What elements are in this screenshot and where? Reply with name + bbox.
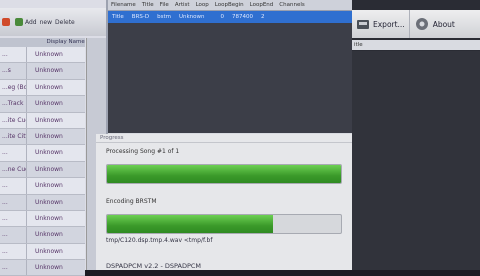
column-header[interactable]: Artist [172,0,193,10]
row-name-cell: ...ne Cuo [0,161,27,178]
file-list [108,23,354,133]
add-icon [15,18,23,26]
toolbar-new-button[interactable]: new [40,19,52,26]
table-row[interactable]: ...ne Cuo Unknown [0,161,85,179]
column-header[interactable]: Channels [276,0,307,10]
row-name-cell: ... [0,194,27,210]
encode-progress-label: Encoding BRSTM [106,198,157,205]
row-display-name-cell: Unknown [35,100,63,108]
selected-row-cell: 2 [261,14,265,20]
right-window: Export... About itle [352,0,480,270]
table-row[interactable]: ...ite Cuo Unknown [0,112,85,129]
column-header[interactable]: LoopEnd [247,0,277,10]
play-icon [2,18,10,26]
row-name-cell: ...eg (Bo) [0,79,27,96]
row-display-name-cell: Unknown [35,214,63,222]
file-list-header: Filename Title File Artist Loop LoopBegin Loop… [108,0,354,11]
encode-path-text: tmp/C120.dsp.tmp.4.wav <tmp/f.bf [106,237,213,244]
row-name-cell: ... [0,210,27,227]
row-name-cell: ... [0,178,27,194]
toolbar-delete-button[interactable]: Delete [55,19,75,26]
row-display-name-cell: Unknown [35,132,63,140]
table-row[interactable]: ...Track Unknown [0,96,85,113]
encode-progress-bar [106,214,342,234]
selected-row-cell: Title [112,14,124,20]
right-list-header: itle [352,40,480,50]
row-display-name-cell: Unknown [35,182,63,190]
column-header[interactable]: File [157,0,172,10]
song-progress-label: Processing Song #1 of 1 [106,148,180,155]
right-toolbar: Export... About [352,10,480,38]
export-button[interactable]: Export... [352,10,409,38]
row-display-name-cell: Unknown [35,67,63,75]
column-header[interactable]: Title [139,0,157,10]
row-name-cell: ...s [0,63,27,79]
left-toolbar: Add new Delete [0,8,114,36]
gear-icon [415,18,428,30]
dsp-status-text: DSPADPCM v2.2 - DSPADPCM [106,262,202,270]
selected-file-row[interactable]: Title BRS-D bstm Unknown 0 787400 2 [108,11,354,23]
progress-panel: Progress Processing Song #1 of 1 Encodin… [96,134,352,270]
encode-progress-fill [107,215,274,233]
selected-row-cell: bstm [157,14,171,20]
toolbar-play-button[interactable] [2,18,12,26]
selected-row-cell: 0 [220,14,225,20]
table-row[interactable]: ... Unknown [0,210,85,228]
column-header[interactable]: LoopBegin [212,0,247,10]
song-table-header: Display Name [0,38,85,47]
export-icon [357,20,369,29]
song-progress-fill [107,165,341,183]
row-name-cell: ... [0,145,27,161]
table-row[interactable]: ... Unknown [0,47,85,64]
row-name-cell: ...ite City [0,128,27,145]
table-row[interactable]: ... Unknown [0,243,85,261]
row-display-name-cell: Unknown [35,83,63,91]
row-name-cell: ... [0,243,27,260]
toolbar-add-button[interactable]: Add [15,18,37,26]
table-row[interactable]: ... Unknown [0,145,85,162]
table-row[interactable]: ... Unknown [0,260,85,276]
row-display-name-cell: Unknown [35,198,63,206]
row-name-cell: ...ite Cuo [0,112,27,128]
row-name-cell: ... [0,227,27,243]
row-display-name-cell: Unknown [35,231,63,239]
row-name-cell: ...Track [0,96,27,112]
row-display-name-cell: Unknown [35,149,63,157]
table-row[interactable]: ...eg (Bo) Unknown [0,79,85,97]
column-header[interactable]: Loop [193,0,212,10]
song-progress-bar [106,164,342,184]
song-table: Display Name ... Unknown ...s Unknown ...eg … [0,38,85,276]
selected-row-cell: 787400 [232,14,254,20]
row-display-name-cell: Unknown [35,264,63,272]
row-display-name-cell: Unknown [35,116,63,124]
row-display-name-cell: Unknown [35,247,63,255]
right-list-area [352,51,480,270]
row-display-name-cell: Unknown [35,165,63,173]
table-row[interactable]: ...ite City Unknown [0,128,85,146]
row-name-cell: ... [0,260,27,276]
about-button[interactable]: About [408,10,459,38]
table-row[interactable]: ... Unknown [0,178,85,195]
selected-row-cell: Unknown [178,14,205,20]
selected-row-cell: BRS-D [131,14,150,20]
row-name-cell: ... [0,47,27,63]
row-display-name-cell: Unknown [35,51,63,58]
progress-title: Progress [96,134,352,143]
table-row[interactable]: ...s Unknown [0,63,85,80]
column-header[interactable]: Filename [108,0,139,10]
table-row[interactable]: ... Unknown [0,194,85,211]
conversion-window: Filename Title File Artist Loop LoopBegin Loop… [96,0,354,270]
table-row[interactable]: ... Unknown [0,227,85,244]
